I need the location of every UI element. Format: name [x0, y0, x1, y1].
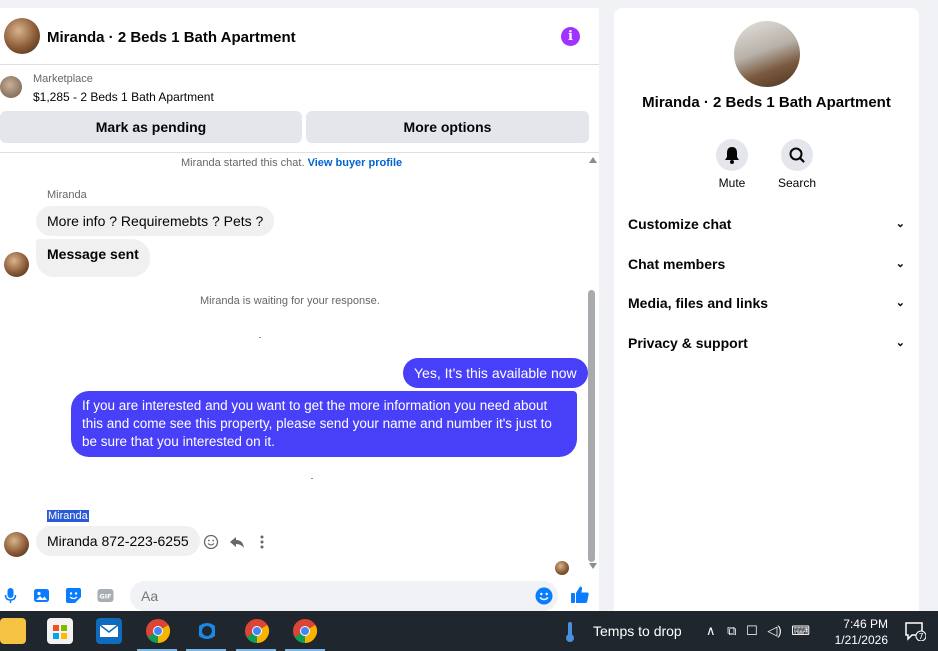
- keyboard-icon[interactable]: ⌨: [791, 623, 810, 638]
- chat-title[interactable]: Miranda · 2 Beds 1 Bath Apartment: [47, 29, 296, 46]
- scroll-down-arrow[interactable]: [589, 563, 597, 569]
- scrollbar[interactable]: [585, 153, 599, 573]
- clock-time: 7:46 PM: [843, 617, 888, 631]
- chevron-down-icon: ⌄: [895, 218, 905, 230]
- info-title: Miranda · 2 Beds 1 Bath Apartment: [642, 94, 891, 111]
- chevron-up-icon[interactable]: ∧: [706, 623, 716, 638]
- microphone-icon[interactable]: [2, 587, 19, 604]
- customize-chat-section[interactable]: Customize chat ⌄: [628, 212, 905, 236]
- sticker-icon[interactable]: [65, 587, 82, 604]
- info-icon[interactable]: i: [561, 27, 580, 46]
- network-icon[interactable]: ☐: [746, 623, 758, 638]
- system-tray: ∧ ⧉ ☐ ◁) ⌨: [706, 623, 810, 639]
- sender-name-selected: Miranda: [47, 510, 89, 522]
- section-label: Privacy & support: [628, 335, 748, 351]
- taskbar: Temps to drop ∧ ⧉ ☐ ◁) ⌨ 7:46 PM 1/21/20…: [0, 611, 938, 651]
- section-label: Chat members: [628, 256, 726, 272]
- divider-dot: [259, 337, 261, 338]
- outgoing-message[interactable]: Yes, It’s this available now: [403, 358, 588, 388]
- emoji-icon[interactable]: [535, 587, 553, 605]
- conversation-info-panel: Miranda · 2 Beds 1 Bath Apartment Mute S…: [614, 8, 919, 611]
- thumbs-up-icon[interactable]: [570, 585, 590, 605]
- chrome-icon[interactable]: [145, 618, 171, 644]
- incoming-message[interactable]: Message sent: [36, 239, 150, 277]
- clock[interactable]: 7:46 PM 1/21/2026: [828, 616, 888, 648]
- volume-icon[interactable]: ◁): [767, 623, 781, 638]
- listing-thumbnail: [0, 76, 22, 98]
- chat-panel: Miranda · 2 Beds 1 Bath Apartment i Mark…: [0, 8, 599, 611]
- chat-members-section[interactable]: Chat members ⌄: [628, 252, 905, 276]
- search-label: Search: [777, 176, 817, 190]
- chat-started-text: Miranda started this chat.: [181, 157, 305, 169]
- outgoing-message[interactable]: If you are interested and you want to ge…: [71, 391, 577, 457]
- microsoft-store-icon[interactable]: [47, 618, 73, 644]
- meet-now-icon[interactable]: ⧉: [727, 623, 736, 638]
- react-icon[interactable]: [203, 534, 219, 550]
- message-list: Miranda started this chat. View buyer pr…: [0, 153, 599, 575]
- section-label: Customize chat: [628, 216, 732, 232]
- svg-text:GIF: GIF: [99, 593, 111, 601]
- message-input[interactable]: [130, 581, 558, 611]
- mark-as-pending-button[interactable]: Mark as pending: [0, 111, 302, 143]
- waiting-notice: Miranda is waiting for your response.: [200, 295, 380, 307]
- notifications-icon[interactable]: 7: [904, 621, 927, 642]
- browser-icon[interactable]: [194, 618, 220, 644]
- scrollbar-thumb[interactable]: [588, 290, 595, 562]
- notification-count: 7: [918, 632, 923, 641]
- sender-avatar[interactable]: [4, 252, 29, 277]
- listing-row[interactable]: Marketplace $1,285 - 2 Beds 1 Bath Apart…: [0, 65, 599, 107]
- scroll-up-arrow[interactable]: [589, 157, 597, 163]
- mail-icon[interactable]: [96, 618, 122, 644]
- listing-title: $1,285 - 2 Beds 1 Bath Apartment: [33, 90, 214, 104]
- chat-header: Miranda · 2 Beds 1 Bath Apartment i: [0, 8, 599, 65]
- bell-icon: [716, 139, 748, 171]
- mute-label: Mute: [718, 176, 746, 190]
- composer: GIF: [0, 578, 599, 611]
- photo-icon[interactable]: [33, 587, 50, 604]
- divider-dot: [311, 478, 313, 479]
- reply-icon[interactable]: [229, 534, 245, 550]
- gif-icon[interactable]: GIF: [97, 587, 114, 604]
- listing-photo-avatar[interactable]: [734, 21, 800, 87]
- chevron-down-icon: ⌄: [895, 297, 905, 309]
- chrome-icon[interactable]: [292, 618, 318, 644]
- incoming-message[interactable]: Miranda 872-223-6255: [36, 526, 200, 556]
- read-receipt-avatar: [555, 561, 569, 575]
- thermometer-icon[interactable]: [563, 620, 577, 644]
- chevron-down-icon: ⌄: [895, 258, 905, 270]
- sender-name: Miranda: [47, 189, 87, 201]
- media-files-links-section[interactable]: Media, files and links ⌄: [628, 291, 905, 315]
- listing-source: Marketplace: [33, 73, 93, 85]
- search-button[interactable]: Search: [767, 139, 827, 190]
- clock-date: 1/21/2026: [834, 633, 888, 647]
- file-explorer-icon[interactable]: [0, 618, 26, 644]
- more-actions-icon[interactable]: [254, 534, 270, 550]
- view-buyer-profile-link[interactable]: View buyer profile: [308, 157, 403, 169]
- sender-avatar[interactable]: [4, 532, 29, 557]
- incoming-message[interactable]: More info ? Requiremebts ? Pets ?: [36, 206, 275, 236]
- more-options-button[interactable]: More options: [306, 111, 589, 143]
- mute-button[interactable]: Mute: [702, 139, 762, 190]
- chrome-icon[interactable]: [244, 618, 270, 644]
- privacy-support-section[interactable]: Privacy & support ⌄: [628, 331, 905, 355]
- chat-started-notice: Miranda started this chat. View buyer pr…: [181, 157, 402, 169]
- search-icon: [781, 139, 813, 171]
- weather-text[interactable]: Temps to drop: [593, 623, 682, 639]
- contact-avatar[interactable]: [4, 18, 40, 54]
- chevron-down-icon: ⌄: [895, 337, 905, 349]
- section-label: Media, files and links: [628, 295, 769, 311]
